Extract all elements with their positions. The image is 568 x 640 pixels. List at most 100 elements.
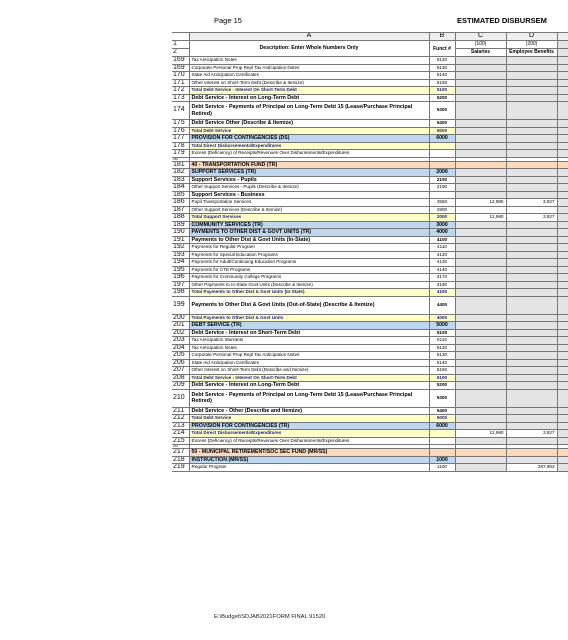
benefits-cell[interactable]: 3,827 [505, 198, 558, 207]
benefits-cell[interactable]: 3,827 [505, 429, 558, 438]
benefits-cell[interactable] [505, 149, 558, 158]
next-column-cell[interactable] [556, 265, 568, 274]
description-cell[interactable]: Debt Service - Interest on Short-Term De… [188, 328, 430, 337]
benefits-cell[interactable]: 3,827 [505, 213, 558, 222]
description-cell[interactable]: Total Debt Service - Interest On Short-T… [188, 373, 430, 382]
function-code-cell[interactable]: 5140 [428, 358, 456, 367]
salaries-cell[interactable] [454, 243, 507, 252]
description-cell[interactable]: INSTRUCTION (MR/SS) [188, 455, 430, 464]
next-column-cell[interactable] [556, 280, 568, 289]
description-cell[interactable]: Payments for Regular Program [188, 243, 430, 252]
function-code-cell[interactable]: 5000 [428, 414, 456, 423]
salaries-cell[interactable] [454, 228, 507, 237]
next-column-cell[interactable] [556, 168, 568, 177]
benefits-cell[interactable] [505, 101, 558, 120]
description-cell[interactable]: SUPPORT SERVICES (TR) [188, 168, 430, 177]
salaries-cell[interactable]: 12,980 [454, 429, 507, 438]
benefits-cell[interactable] [505, 168, 558, 177]
description-cell[interactable]: Corporate Personal Prop Repl Tax Anticip… [188, 351, 430, 360]
function-code-cell[interactable]: 5150 [428, 78, 456, 87]
function-code-cell[interactable]: 5130 [428, 351, 456, 360]
benefits-cell[interactable] [505, 56, 558, 65]
benefits-cell[interactable] [505, 228, 558, 237]
description-cell[interactable]: State Aid Anticipation Certificates [188, 358, 430, 367]
salaries-cell[interactable] [454, 149, 507, 158]
description-cell[interactable]: Payments to Other Dist & Govt Units (In-… [188, 235, 430, 244]
next-column-cell[interactable] [556, 160, 568, 169]
function-code-cell[interactable] [428, 448, 456, 457]
function-code-cell[interactable]: 2550 [428, 198, 456, 207]
salaries-cell[interactable]: 12,980 [454, 198, 507, 207]
next-column-cell[interactable] [556, 295, 568, 315]
next-column-cell[interactable] [556, 414, 568, 423]
next-column-cell[interactable] [556, 190, 568, 199]
benefits-cell[interactable] [505, 414, 558, 423]
function-code-cell[interactable]: 1100 [428, 463, 456, 472]
next-column-cell[interactable] [556, 273, 568, 282]
function-code-cell[interactable]: 5120 [428, 56, 456, 65]
benefits-cell[interactable] [505, 220, 558, 229]
description-cell[interactable]: Debt Service - Payments of Principal on … [188, 101, 430, 120]
description-cell[interactable]: COMMUNITY SERVICES (TR) [188, 220, 430, 229]
description-cell[interactable]: Total Direct Disbursements/Expenditures [188, 429, 430, 438]
salaries-cell[interactable] [454, 351, 507, 360]
salaries-cell[interactable] [454, 119, 507, 128]
salaries-cell[interactable] [454, 258, 507, 267]
benefits-cell[interactable] [505, 358, 558, 367]
description-cell[interactable]: Payments to Other Dist & Govt Units (Out… [188, 295, 430, 315]
salaries-cell[interactable]: 12,980 [454, 213, 507, 222]
benefits-cell[interactable] [505, 160, 558, 169]
description-cell[interactable]: Total Debt Service [188, 414, 430, 423]
salaries-cell[interactable] [454, 56, 507, 65]
function-code-cell[interactable]: 5300 [428, 101, 456, 120]
salaries-cell[interactable] [454, 313, 507, 322]
description-cell[interactable]: 40 - TRANSPORTATION FUND (TR) [188, 160, 430, 169]
description-cell[interactable]: PROVISION FOR CONTINGENCIES (TR) [188, 421, 430, 430]
description-cell[interactable]: Total Support Services [188, 213, 430, 222]
function-code-cell[interactable]: 4140 [428, 265, 456, 274]
description-cell[interactable]: Payments for Special Education Programs [188, 250, 430, 259]
column-header-a[interactable]: A [188, 32, 430, 41]
benefits-cell[interactable] [505, 63, 558, 72]
salaries-cell[interactable] [454, 455, 507, 464]
description-cell[interactable]: Total Debt Service [188, 126, 430, 135]
function-code-cell[interactable]: 2900 [428, 205, 456, 214]
function-code-cell[interactable]: 1000 [428, 455, 456, 464]
benefits-cell[interactable] [505, 119, 558, 128]
salaries-cell[interactable] [454, 63, 507, 72]
benefits-cell[interactable] [505, 78, 558, 87]
description-cell[interactable]: Support Services - Business [188, 190, 430, 199]
benefits-cell[interactable] [505, 328, 558, 337]
salaries-cell[interactable] [454, 190, 507, 199]
function-code-cell[interactable]: 4400 [428, 295, 456, 315]
salaries-cell[interactable] [454, 295, 507, 315]
description-cell[interactable]: Regular Program [188, 463, 430, 472]
benefits-cell[interactable] [505, 93, 558, 102]
description-cell[interactable]: Debt Service - Payments of Principal on … [188, 388, 430, 408]
function-code-cell[interactable]: 5120 [428, 343, 456, 352]
salaries-cell[interactable] [454, 448, 507, 457]
description-cell[interactable]: Corporate Personal Prop Repl Tax Anticip… [188, 63, 430, 72]
function-code-cell[interactable]: 5100 [428, 86, 456, 95]
function-code-cell[interactable]: 5000 [428, 321, 456, 330]
function-code-cell[interactable]: 2000 [428, 168, 456, 177]
benefits-cell[interactable] [505, 258, 558, 267]
salaries-cell[interactable] [454, 343, 507, 352]
function-code-cell[interactable]: 2100 [428, 175, 456, 184]
function-code-cell[interactable]: 4100 [428, 235, 456, 244]
function-code-cell[interactable] [428, 160, 456, 169]
salaries-cell[interactable] [454, 273, 507, 282]
next-column-cell[interactable] [556, 220, 568, 229]
function-code-cell[interactable]: 4110 [428, 243, 456, 252]
function-code-cell[interactable] [428, 429, 456, 438]
salaries-cell[interactable] [454, 175, 507, 184]
salaries-cell[interactable] [454, 78, 507, 87]
next-column-cell[interactable] [556, 213, 568, 222]
benefits-cell[interactable] [505, 205, 558, 214]
benefits-cell[interactable] [505, 343, 558, 352]
salaries-cell[interactable] [454, 388, 507, 408]
description-cell[interactable]: PAYMENTS TO OTHER DIST & GOVT UNITS (TR) [188, 228, 430, 237]
description-cell[interactable]: Other Interest on Short-Term Debt (Descr… [188, 78, 430, 87]
benefits-cell[interactable]: 287,963 [505, 463, 558, 472]
benefits-cell[interactable] [505, 243, 558, 252]
